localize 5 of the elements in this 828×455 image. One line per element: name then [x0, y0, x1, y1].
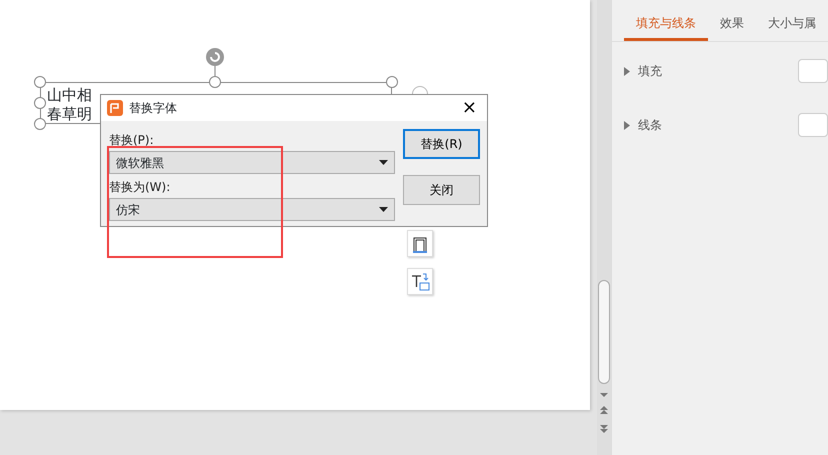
text-line: 山中相 — [47, 86, 92, 105]
field-label: 替换(P): — [109, 132, 154, 149]
dialog-title: 替换字体 — [129, 100, 177, 117]
field-label: 替换为(W): — [109, 179, 170, 196]
text-line: 春草明 — [47, 105, 92, 124]
